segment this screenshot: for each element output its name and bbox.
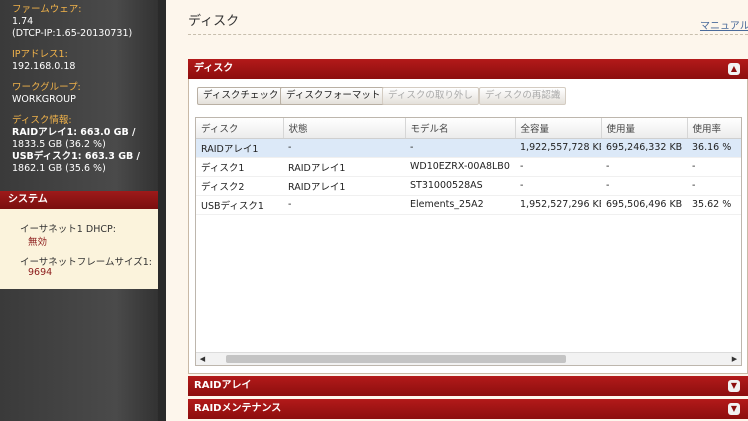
expand-icon[interactable]: ▼ (728, 403, 740, 415)
disk-table: ディスク 状態 モデル名 全容量 使用量 使用率 RAIDアレイ1 - - 1,… (195, 117, 742, 366)
raid-array-title: RAIDアレイ (194, 380, 252, 391)
frame-size-label: イーサネットフレームサイズ1: (20, 257, 152, 268)
table-cell: RAIDアレイ1 (283, 157, 405, 177)
dhcp-label: イーサネット1 DHCP: (20, 224, 116, 235)
collapse-icon[interactable]: ▲ (728, 63, 740, 75)
table-cell: ST31000528AS (405, 176, 515, 196)
disk-usb-line2: 1862.1 GB (35.6 %) (12, 163, 106, 174)
table-cell: - (601, 157, 687, 177)
system-section-header[interactable]: システム (0, 191, 158, 209)
table-cell: USBディスク1 (196, 195, 283, 215)
table-cell: - (687, 157, 741, 177)
table-cell: - (515, 176, 601, 196)
table-cell: 695,506,496 KB (601, 195, 687, 215)
disk-remove-button[interactable]: ディスクの取り外し (382, 87, 479, 105)
raid-maintenance-title: RAIDメンテナンス (194, 403, 282, 414)
sidebar-edge (158, 0, 166, 421)
disk-raid-line2: 1833.5 GB (36.2 %) (12, 139, 106, 150)
table-cell: ディスク1 (196, 157, 283, 177)
workgroup-value: WORKGROUP (12, 94, 76, 105)
scroll-left-icon[interactable]: ◀ (196, 353, 209, 365)
table-cell: RAIDアレイ1 (196, 138, 283, 158)
disk-raid-line1: RAIDアレイ1: 663.0 GB / (12, 127, 136, 138)
table-cell: - (601, 176, 687, 196)
disk-format-button[interactable]: ディスクフォーマット (280, 87, 387, 105)
firmware-info: ファームウェア: 1.74 (DTCP-IP:1.65-20130731) (12, 4, 132, 40)
disk-section-header[interactable]: ディスク ▲ (188, 59, 748, 79)
disk-info-label: ディスク情報: (12, 115, 72, 126)
firmware-version: 1.74 (12, 16, 34, 27)
disk-usb-line1: USBディスク1: 663.3 GB / (12, 151, 141, 162)
table-cell: 36.16 % (687, 138, 741, 158)
firmware-detail: (DTCP-IP:1.65-20130731) (12, 28, 133, 39)
system-panel: イーサネット1 DHCP: 無効 イーサネットフレームサイズ1: 9694 (0, 209, 158, 289)
table-cell: RAIDアレイ1 (283, 176, 405, 196)
table-row[interactable]: USBディスク1 - Elements_25A2 1,952,527,296 K… (196, 195, 741, 215)
ip-value: 192.168.0.18 (12, 61, 76, 72)
disk-rescan-button[interactable]: ディスクの再認識 (479, 87, 567, 105)
column-header[interactable]: 全容量 (515, 118, 602, 139)
table-cell: 35.62 % (687, 195, 741, 215)
table-row[interactable]: RAIDアレイ1 - - 1,922,557,728 KB 695,246,33… (196, 138, 741, 158)
expand-icon[interactable]: ▼ (728, 380, 740, 392)
table-cell: - (515, 157, 601, 177)
workgroup-label: ワークグループ: (12, 82, 81, 93)
table-cell: 1,952,527,296 KB (515, 195, 601, 215)
frame-size-value: 9694 (28, 267, 53, 278)
table-cell: 1,922,557,728 KB (515, 138, 601, 158)
table-cell: - (687, 176, 741, 196)
table-cell: - (283, 195, 405, 215)
raid-maintenance-section-header[interactable]: RAIDメンテナンス ▼ (188, 399, 748, 419)
disk-info: ディスク情報: RAIDアレイ1: 663.0 GB / 1833.5 GB (… (12, 115, 140, 175)
ip-label: IPアドレス1: (12, 49, 68, 60)
table-cell: - (283, 138, 405, 158)
table-header-row: ディスク 状態 モデル名 全容量 使用量 使用率 (196, 118, 741, 139)
table-cell: Elements_25A2 (405, 195, 515, 215)
table-cell: ディスク2 (196, 176, 283, 196)
table-cell: 695,246,332 KB (601, 138, 687, 158)
column-header[interactable]: 使用率 (687, 118, 741, 139)
workgroup-info: ワークグループ: WORKGROUP (12, 82, 81, 106)
manual-link[interactable]: マニュアル (700, 17, 748, 32)
disk-panel: ディスクチェック ディスクフォーマット ディスクの取り外し ディスクの再認識 デ… (188, 79, 748, 374)
ip-info: IPアドレス1: 192.168.0.18 (12, 49, 75, 73)
table-cell: - (405, 138, 515, 158)
table-row[interactable]: ディスク1 RAIDアレイ1 WD10EZRX-00A8LB0 - - - (196, 157, 741, 177)
horizontal-scrollbar[interactable]: ◀ ▶ (196, 352, 741, 365)
raid-array-section-header[interactable]: RAIDアレイ ▼ (188, 376, 748, 396)
scrollbar-thumb[interactable] (226, 355, 566, 363)
firmware-label: ファームウェア: (12, 4, 82, 15)
sidebar: ファームウェア: 1.74 (DTCP-IP:1.65-20130731) IP… (0, 0, 166, 421)
scroll-right-icon[interactable]: ▶ (728, 353, 741, 365)
disk-section-title: ディスク (194, 63, 234, 74)
column-header[interactable]: 使用量 (601, 118, 688, 139)
dhcp-value: 無効 (28, 237, 48, 248)
column-header[interactable]: 状態 (283, 118, 406, 139)
column-header[interactable]: モデル名 (405, 118, 516, 139)
title-divider (188, 34, 748, 35)
table-row[interactable]: ディスク2 RAIDアレイ1 ST31000528AS - - - (196, 176, 741, 196)
column-header[interactable]: ディスク (196, 118, 284, 139)
disk-check-button[interactable]: ディスクチェック (197, 87, 285, 105)
page-title: ディスク (188, 14, 240, 29)
table-cell: WD10EZRX-00A8LB0 (405, 157, 515, 177)
